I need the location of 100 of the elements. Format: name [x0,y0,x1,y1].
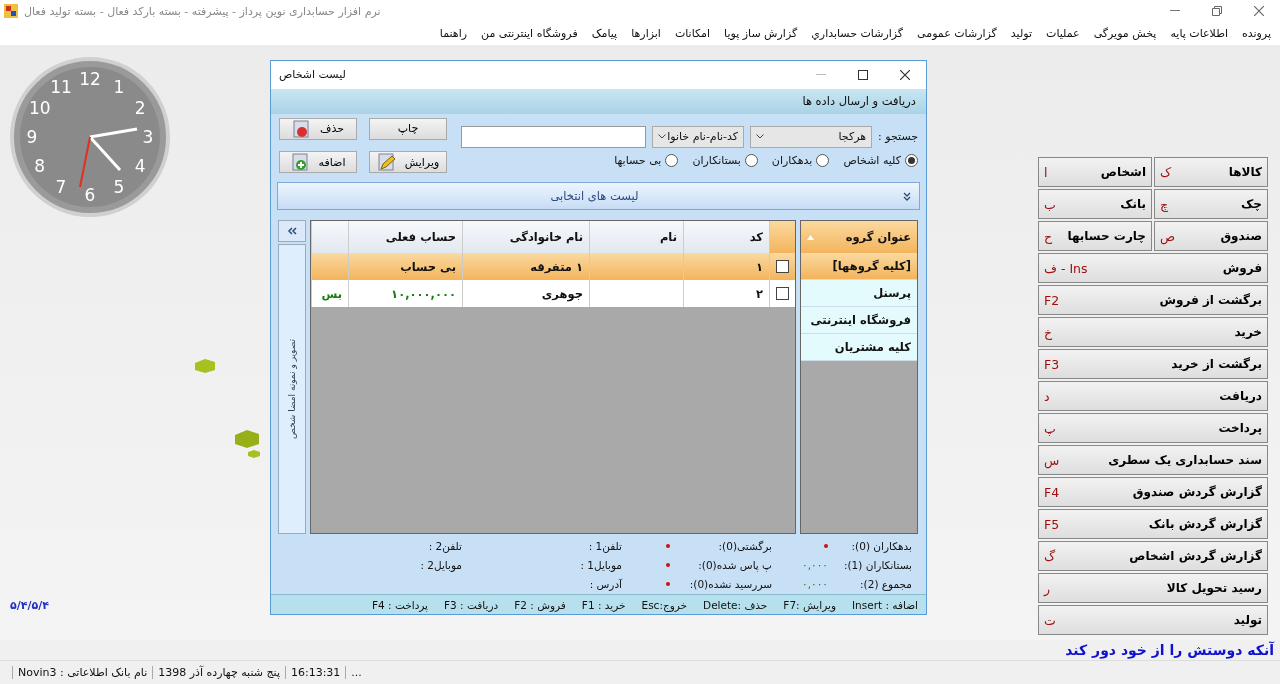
table-cell: بس [321,286,342,301]
app-icon [4,4,18,18]
double-chevron-icon [903,191,911,201]
group-item[interactable]: فروشگاه اینترنتی [801,307,917,335]
empty-dot [824,544,828,549]
clock-numeral: 9 [26,127,38,147]
menu-item[interactable]: فروشگاه اینترنتی من [474,27,585,40]
row-checkbox[interactable] [776,287,789,301]
menu-item[interactable]: امکانات [667,27,718,40]
status-text: نام بانک اطلاعاتی : Novin3 [12,666,153,679]
filter-radio[interactable]: بستانکاران [692,153,758,167]
shortcut-button[interactable]: چارت حسابها ح [1038,221,1152,251]
shortcut-button[interactable]: پرداخت پ [1038,413,1268,443]
clock-numeral: 12 [79,69,101,89]
summary-amount: ۰,۰۰۰ [802,559,828,572]
search-field[interactable] [461,125,647,148]
menu-item[interactable]: تولید [1003,27,1040,40]
menu-item[interactable]: عملیات [1039,27,1087,40]
menu-item[interactable]: راهنما [432,27,474,40]
shortcut-button[interactable]: گزارش گردش اشخاص گ [1038,541,1268,571]
filter-radio[interactable]: بدهکاران [771,153,830,167]
shortcut-button[interactable]: رسید تحویل کالا ر [1038,573,1268,603]
empty-dot [666,582,670,587]
hotkey-hint: پرداخت : F4 [371,598,429,611]
clock-numeral: 8 [34,156,46,176]
shortcut-button[interactable]: چک چ [1154,189,1268,219]
close-icon [1254,6,1264,16]
clock-numeral: 2 [134,98,146,118]
version-text: ۵/۴/۵/۴ [10,599,50,612]
menu-item[interactable]: پخش مویرگی [1086,27,1164,40]
shortcut-button[interactable]: بانک ب [1038,189,1152,219]
menu-item[interactable]: گزارش ساز پویا [717,27,805,40]
shortcut-button[interactable]: سند حسابداری یک سطری س [1038,445,1268,475]
status-text: پنج شنبه چهارده آذر 1398 [152,666,285,679]
filter-radio[interactable]: کلیه اشخاص [843,153,918,167]
summary-label: تلفن2 : [427,540,462,553]
delete-button[interactable]: حذف [279,117,357,140]
shortcut-button[interactable]: فروش Ins - ف [1038,253,1268,283]
clock-numeral: 3 [142,127,154,147]
hotkey-hint: ویرایش :F7 [783,598,836,611]
summary-label: آدرس : [588,578,622,591]
hotkey-hint: فروش : F2 [514,598,566,611]
menu-item[interactable]: ابزارها [624,27,668,40]
add-button[interactable]: اضافه [279,151,357,174]
maximize-icon [858,69,868,80]
table-cell: جوهری [541,286,583,301]
empty-dot [666,544,670,549]
expand-button[interactable] [278,220,306,243]
double-chevron-icon [287,227,297,236]
group-item[interactable]: پرسنل [801,280,917,308]
table-cell: ۱ متفرقه [530,259,583,274]
quote-text: آنکه دوستش را از خود دور کند [1064,640,1276,660]
table-cell: بی حساب [400,259,456,274]
search-label: جستجو : [878,130,918,144]
shortcut-button[interactable]: دریافت د [1038,381,1268,411]
row-checkbox[interactable] [776,260,789,274]
shortcut-button[interactable]: اشخاص ا [1038,157,1152,187]
hotkey-hint: حذف :Delete [703,598,768,611]
shortcut-button[interactable]: خرید خ [1038,317,1268,347]
status-text: ... [345,666,367,679]
shortcut-button[interactable]: کالاها ک [1154,157,1268,187]
filter-radio[interactable]: بی حسابها [614,153,679,167]
close-icon [900,69,910,80]
menu-item[interactable]: گزارشات عمومی [910,27,1004,40]
selection-lists-bar[interactable]: لیست های انتخابی [277,182,920,211]
caret-icon [756,134,765,140]
menu-item[interactable]: گزارشات حسابداري [804,27,911,40]
hotkey-hint: خروج:Esc [641,598,688,611]
clock-numeral: 6 [84,185,96,205]
column-header: عنوان گروه [801,221,917,254]
field-dropdown[interactable]: کد-نام-نام خانوا [652,125,745,148]
pencil-icon [376,153,397,172]
window-title: لیست اشخاص [279,68,347,82]
table-row[interactable]: ۲ جوهری ۱۰,۰۰۰,۰۰۰ بس [311,280,795,308]
summary-label: بستانکاران (1): [842,559,912,572]
print-button[interactable]: چاپ [369,117,447,140]
table-cell: ۱۰,۰۰۰,۰۰۰ [391,286,456,301]
clock-numeral: 10 [28,98,51,118]
sort-icon [807,234,814,240]
shortcut-button[interactable]: صندوق ص [1154,221,1268,251]
group-item[interactable]: کلیه مشتریان [801,334,917,362]
side-tab[interactable]: تصویر و نمونه امضا شخص [278,244,306,535]
clock-numeral: 5 [113,177,125,198]
table-row[interactable]: ۱ ۱ متفرقه بی حساب [311,253,795,281]
add-icon [290,153,311,172]
menu-item[interactable]: اطلاعات پایه [1163,27,1235,40]
menu-item[interactable]: پیامک [584,27,625,40]
summary-label: موبایل1 : [579,559,622,572]
minimize-icon [1170,10,1180,12]
menu-item[interactable]: پرونده [1234,27,1278,40]
clock-numeral: 1 [113,76,125,97]
edit-button[interactable]: ویرایش [369,151,447,174]
group-item[interactable]: [کلیه گروهها] [801,253,917,281]
scope-dropdown[interactable]: هرکجا [750,125,873,148]
summary-amount: ۰,۰۰۰ [802,578,828,591]
section-header: دریافت و ارسال داده ها [271,88,926,114]
clock-numeral: 11 [50,76,72,97]
shortcut-button[interactable]: تولید ت [1038,605,1268,635]
clock-numeral: 4 [134,156,146,176]
hotkey-hint: خرید : F1 [581,598,626,611]
